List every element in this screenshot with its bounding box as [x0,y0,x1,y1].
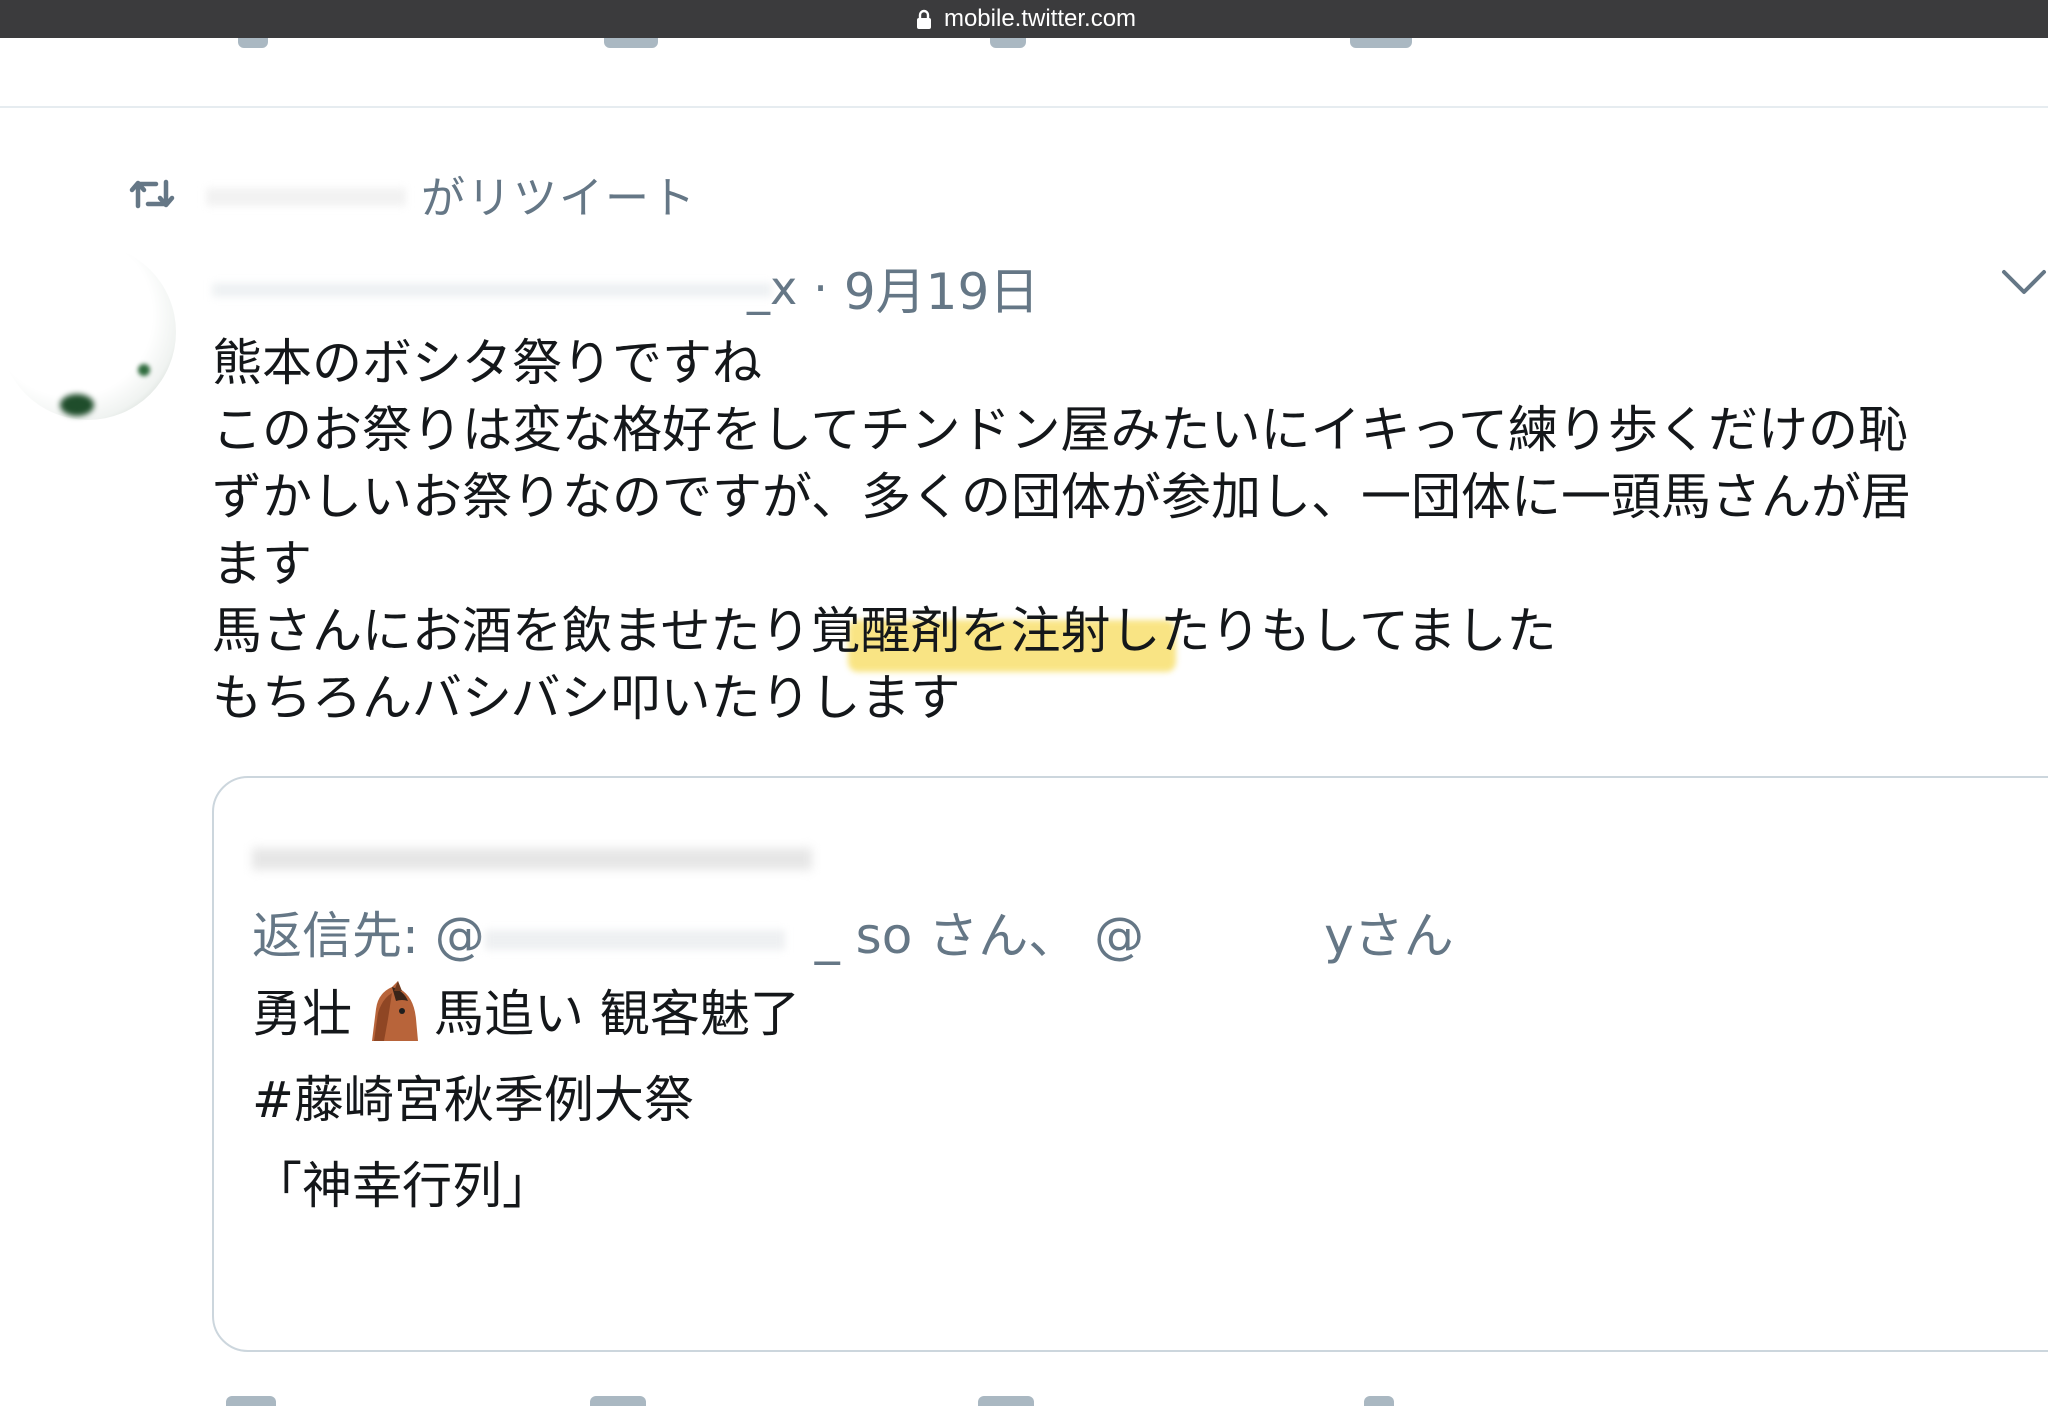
tweet-line: ずかしいお祭りなのですが、多くの団体が参加し、一団体に一頭馬さんが居 [212,468,1911,526]
like-icon[interactable] [978,1396,1034,1406]
tweet-text: 熊本のボシタ祭りですね このお祭りは変な格好をしてチンドン屋みたいにイキって練り… [212,330,2042,732]
tweet-line: もちろんバシバシ叩いたりします [212,669,961,727]
mention-redacted[interactable] [1144,920,1324,960]
chevron-down-icon[interactable] [2000,262,2048,302]
lock-icon [916,9,931,29]
like-icon[interactable] [990,38,1026,48]
retweet-icon [129,179,175,209]
avatar[interactable] [0,244,176,420]
quoted-text-line: 「神幸行列」 [252,1157,552,1215]
horse-face-icon [372,981,418,1041]
hashtag-link[interactable]: #藤崎宮秋季例大祭 [252,1060,694,1132]
reply-icon[interactable] [226,1396,276,1406]
share-icon[interactable] [1364,1396,1394,1406]
url-text: mobile.twitter.com [943,5,1137,32]
browser-url-bar[interactable]: mobile.twitter.com [0,0,2048,38]
tweet-line: 熊本のボシタ祭りですね [212,334,762,392]
retweet-banner[interactable]: がリツイート [128,166,697,224]
tweet-actions [0,1384,2048,1406]
retweet-icon[interactable] [590,1396,646,1406]
tweet-line-highlighted: 馬さんにお酒を飲ませたり覚醒剤を注射したりもしてました [212,598,2042,672]
quoted-tweet-card[interactable]: 返信先: @ _ so さん、 @ yさん 勇壮 馬追い 観客魅了 #藤崎宮秋季例大… [212,776,2048,1352]
quoted-text-line: 勇壮 馬追い 観客魅了 [252,974,800,1046]
tweet-header: _x · 9月19日 [212,256,1039,321]
retweet-label: がリツイート [421,173,697,224]
tweet-date[interactable]: 9月19日 [844,252,1039,324]
author-name-redacted[interactable] [212,263,787,313]
reply-icon[interactable] [238,38,268,48]
retweeter-name-redacted[interactable] [206,174,421,214]
share-icon[interactable] [1350,38,1412,48]
reply-to-line: 返信先: @ _ so さん、 @ yさん [252,907,1454,965]
retweet-icon[interactable] [604,38,658,48]
previous-tweet-actions [0,38,2048,106]
tweet-line: このお祭りは変な格好をしてチンドン屋みたいにイキって練り歩くだけの恥 [212,401,1908,459]
quoted-author-redacted [252,834,852,874]
tweet-divider [0,106,2048,108]
mention-redacted[interactable] [484,920,815,960]
tweet-line: ます [212,535,312,593]
header-separator: · [813,261,828,315]
